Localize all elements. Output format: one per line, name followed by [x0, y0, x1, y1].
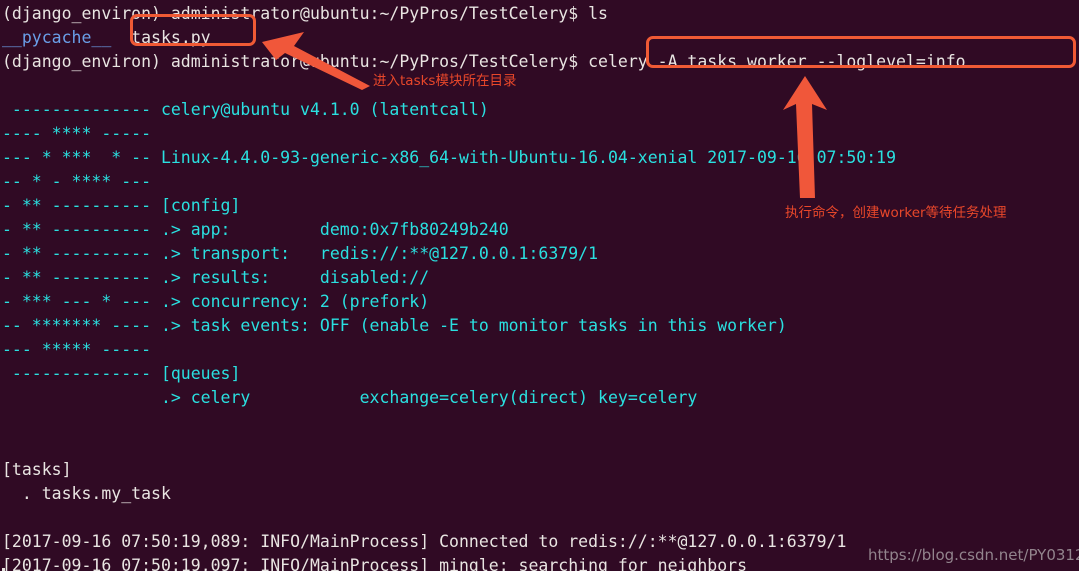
- annotation-worker-note: 执行命令，创建worker等待任务处理: [785, 205, 1007, 221]
- terminal-line-config-results: - ** ---------- .> results: disabled://: [0, 266, 1079, 290]
- terminal-text: - ** ---------- .> app: demo:0x7fb80249b…: [2, 220, 509, 239]
- terminal-text: [2017-09-16 07:50:19,097: INFO/MainProce…: [2, 556, 748, 571]
- terminal-window: (django_environ) administrator@ubuntu:~/…: [0, 0, 1079, 571]
- terminal-line-blank-1: [0, 74, 1079, 98]
- terminal-text: .> celery exchange=celery(direct) key=ce…: [2, 388, 698, 407]
- terminal-text: --- * *** * -- Linux-4.4.0-93-generic-x8…: [2, 148, 897, 167]
- terminal-text: [2017-09-16 07:50:19,089: INFO/MainProce…: [2, 532, 847, 551]
- terminal-line-banner-2: ---- **** -----: [0, 122, 1079, 146]
- terminal-line-blank-3: [0, 434, 1079, 458]
- terminal-text: __pycache__: [2, 28, 112, 47]
- terminal-text: -------------- [queues]: [2, 364, 241, 383]
- terminal-line-config-conc: - *** --- * --- .> concurrency: 2 (prefo…: [0, 290, 1079, 314]
- terminal-text: - ** ---------- [config]: [2, 196, 241, 215]
- terminal-text: -------------- celery@ubuntu v4.1.0 (lat…: [2, 100, 489, 119]
- terminal-line-queues-header: -------------- [queues]: [0, 362, 1079, 386]
- terminal-line-config-transport: - ** ---------- .> transport: redis://:*…: [0, 242, 1079, 266]
- terminal-text: (django_environ) administrator@ubuntu:~/…: [2, 4, 608, 23]
- terminal-line-prompt-ls: (django_environ) administrator@ubuntu:~/…: [0, 2, 1079, 26]
- terminal-text: - ** ---------- .> transport: redis://:*…: [2, 244, 599, 263]
- terminal-text: -- ******* ---- .> task events: OFF (ena…: [2, 316, 787, 335]
- watermark-text: https://blog.csdn.net/PY0312: [868, 546, 1079, 564]
- terminal-text: tasks.py: [111, 28, 211, 47]
- terminal-line-config-app: - ** ---------- .> app: demo:0x7fb80249b…: [0, 218, 1079, 242]
- terminal-line-prompt-celery: (django_environ) administrator@ubuntu:~/…: [0, 50, 1079, 74]
- terminal-line-config-events: -- ******* ---- .> task events: OFF (ena…: [0, 314, 1079, 338]
- terminal-line-banner-4: -- * - **** ---: [0, 170, 1079, 194]
- terminal-line-banner-3: --- * *** * -- Linux-4.4.0-93-generic-x8…: [0, 146, 1079, 170]
- terminal-text: [tasks]: [2, 460, 72, 479]
- terminal-text: (django_environ) administrator@ubuntu:~/…: [2, 52, 966, 71]
- terminal-line-banner-5: --- ***** -----: [0, 338, 1079, 362]
- terminal-line-queues-celery: .> celery exchange=celery(direct) key=ce…: [0, 386, 1079, 410]
- terminal-line-tasks-header: [tasks]: [0, 458, 1079, 482]
- annotation-directory-note: 进入tasks模块所在目录: [373, 73, 517, 89]
- terminal-text: -- * - **** ---: [2, 172, 152, 191]
- terminal-text: - *** --- * --- .> concurrency: 2 (prefo…: [2, 292, 430, 311]
- terminal-text: . tasks.my_task: [2, 484, 171, 503]
- terminal-line-tasks-item: . tasks.my_task: [0, 482, 1079, 506]
- terminal-line-banner-1: -------------- celery@ubuntu v4.1.0 (lat…: [0, 98, 1079, 122]
- terminal-text: - ** ---------- .> results: disabled://: [2, 268, 430, 287]
- terminal-text: --- ***** -----: [2, 340, 152, 359]
- terminal-line-ls-output: __pycache__ tasks.py: [0, 26, 1079, 50]
- terminal-output[interactable]: (django_environ) administrator@ubuntu:~/…: [0, 0, 1079, 571]
- terminal-text: ---- **** -----: [2, 124, 152, 143]
- terminal-line-blank-4: [0, 506, 1079, 530]
- terminal-line-blank-2: [0, 410, 1079, 434]
